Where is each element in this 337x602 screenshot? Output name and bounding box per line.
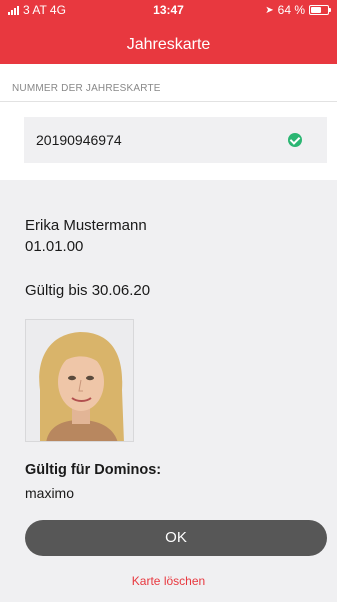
holder-name: Erika Mustermann [25,217,147,234]
check-circle-icon [288,133,302,147]
app-header: 3 AT 4G 13:47 ➤ 64 % Jahreskarte [0,0,337,64]
valid-for-heading: Gültig für Dominos: [25,462,162,478]
valid-until: Gültig bis 30.06.20 [25,282,151,299]
valid-for-value: maximo [25,485,75,501]
portrait-image [26,320,133,441]
card-number-field[interactable]: 20190946974 [24,117,327,163]
ok-button[interactable]: OK [25,520,327,556]
battery-percent: 64 % [277,3,305,17]
location-arrow-icon: ➤ [265,4,274,16]
status-bar: 3 AT 4G 13:47 ➤ 64 % [0,0,337,20]
battery-icon [309,5,331,15]
holder-birthdate: 01.01.00 [25,238,84,255]
holder-photo [25,319,134,442]
number-field-label: NUMMER DER JAHRESKARTE [12,83,161,94]
card-number-value: 20190946974 [36,132,122,148]
page-title: Jahreskarte [126,36,211,53]
delete-card-link[interactable]: Karte löschen [0,574,337,588]
section-divider [0,101,337,102]
battery-info: ➤ 64 % [265,3,331,17]
pass-details: Erika Mustermann 01.01.00 Gültig bis 30.… [0,180,337,602]
battery-fill [311,7,322,13]
